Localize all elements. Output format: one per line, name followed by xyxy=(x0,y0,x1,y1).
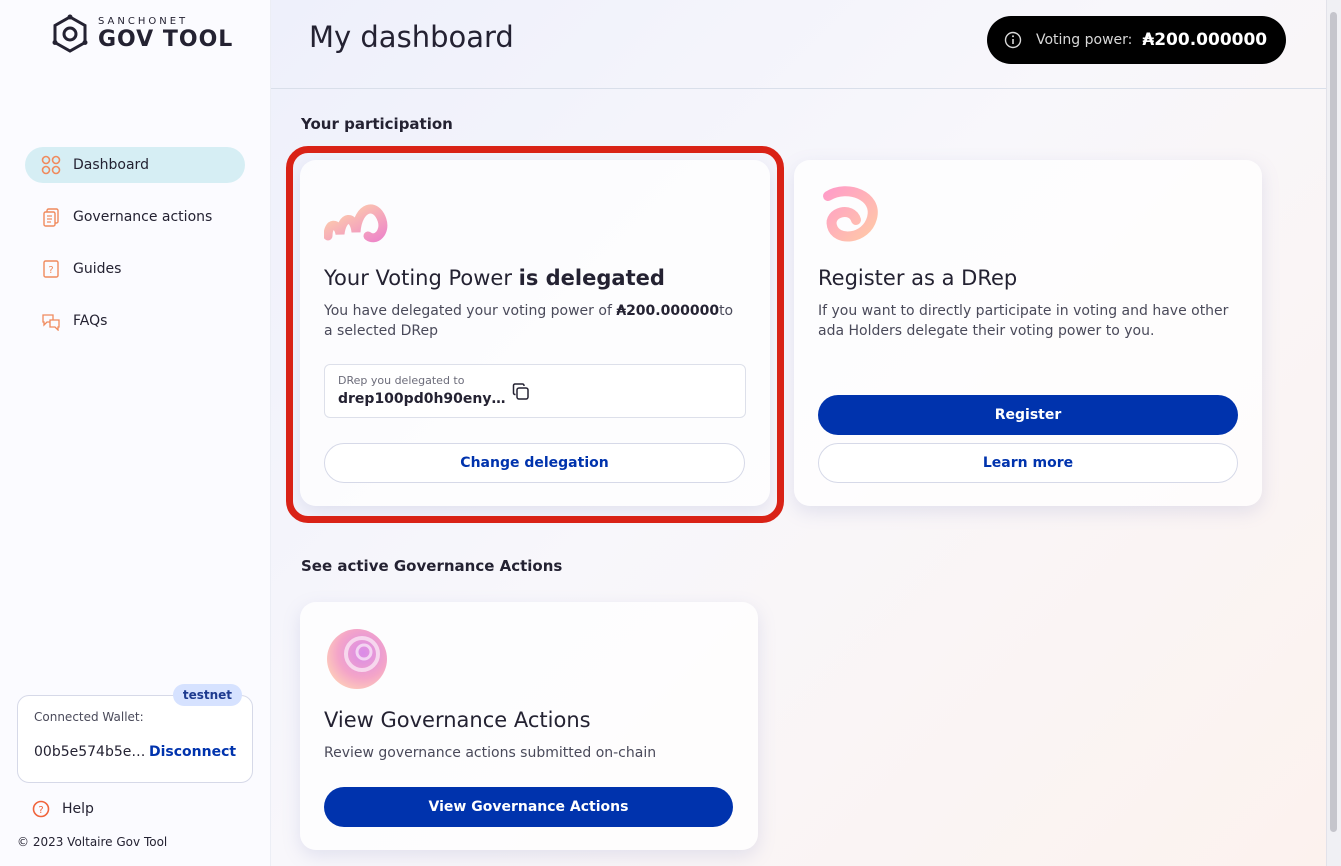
sidebar-item-faqs[interactable]: FAQs xyxy=(25,303,245,339)
register-button[interactable]: Register xyxy=(818,395,1238,435)
register-card-description: If you want to directly participate in v… xyxy=(818,303,1229,339)
help-link[interactable]: ? Help xyxy=(32,800,94,818)
sidebar-item-dashboard[interactable]: Dashboard xyxy=(25,147,245,183)
view-governance-actions-button[interactable]: View Governance Actions xyxy=(324,787,733,827)
register-illustration-icon xyxy=(823,186,878,242)
guide-icon: ? xyxy=(41,259,61,279)
page-title: My dashboard xyxy=(309,20,514,54)
chat-icon xyxy=(41,311,61,331)
logo[interactable]: SANCHONET GOV TOOL xyxy=(50,14,233,54)
voting-power-label: Voting power: xyxy=(1036,32,1133,48)
delegated-drep-field: DRep you delegated to drep100pd0h90eny… xyxy=(324,364,746,418)
sidebar-item-guides[interactable]: ? Guides xyxy=(25,251,245,287)
register-card-title: Register as a DRep xyxy=(818,266,1018,290)
info-icon[interactable] xyxy=(1004,31,1022,49)
drep-id: drep100pd0h90eny… xyxy=(338,391,506,407)
voting-power-value: ₳200.000000 xyxy=(1142,30,1268,50)
copy-icon[interactable] xyxy=(511,382,531,402)
learn-more-button[interactable]: Learn more xyxy=(818,443,1238,483)
delegation-illustration-icon xyxy=(324,204,388,243)
change-delegation-button[interactable]: Change delegation xyxy=(324,443,745,483)
governance-illustration-icon xyxy=(327,629,387,689)
sidebar-item-label: Dashboard xyxy=(73,157,149,173)
drep-field-label: DRep you delegated to xyxy=(338,374,465,387)
governance-card-title: View Governance Actions xyxy=(324,708,591,732)
delegated-card-title: Your Voting Power is delegated xyxy=(324,266,665,290)
governance-card-description: Review governance actions submitted on-c… xyxy=(324,745,657,761)
sidebar: SANCHONET GOV TOOL Dashboard Governance … xyxy=(0,0,271,866)
logo-icon xyxy=(52,14,88,53)
help-icon: ? xyxy=(32,800,50,818)
scrollbar[interactable] xyxy=(1326,0,1341,866)
wallet-label: Connected Wallet: xyxy=(34,710,144,724)
sidebar-nav: Dashboard Governance actions ? Guides FA… xyxy=(25,147,245,355)
sidebar-item-label: Guides xyxy=(73,261,122,277)
help-label: Help xyxy=(62,801,94,817)
governance-section-title: See active Governance Actions xyxy=(301,557,563,575)
connected-wallet-panel: testnet Connected Wallet: 00b5e574b5e… D… xyxy=(17,684,253,783)
network-badge: testnet xyxy=(172,684,242,706)
register-drep-card: Register as a DRep If you want to direct… xyxy=(794,160,1262,506)
disconnect-button[interactable]: Disconnect xyxy=(149,744,236,760)
svg-text:?: ? xyxy=(38,805,43,816)
dashboard-icon xyxy=(41,155,61,175)
top-bar: My dashboard Voting power: ₳200.000000 xyxy=(271,0,1327,89)
sidebar-item-governance-actions[interactable]: Governance actions xyxy=(25,199,245,235)
sidebar-item-label: FAQs xyxy=(73,313,108,329)
copyright: © 2023 Voltaire Gov Tool xyxy=(17,835,168,849)
svg-text:?: ? xyxy=(48,265,53,276)
wallet-address: 00b5e574b5e… xyxy=(34,744,146,760)
delegated-card-description: You have delegated your voting power of … xyxy=(324,303,734,339)
delegated-voting-power-card: Your Voting Power is delegated You have … xyxy=(300,160,770,506)
sidebar-item-label: Governance actions xyxy=(73,209,213,225)
scrollbar-thumb[interactable] xyxy=(1330,12,1337,832)
voting-power-pill: Voting power: ₳200.000000 xyxy=(987,16,1286,64)
logo-title: GOV TOOL xyxy=(98,27,234,52)
view-governance-actions-card: View Governance Actions Review governanc… xyxy=(300,602,758,850)
participation-section-title: Your participation xyxy=(301,115,453,133)
main-content: My dashboard Voting power: ₳200.000000 Y… xyxy=(271,0,1341,866)
document-icon xyxy=(41,207,61,227)
